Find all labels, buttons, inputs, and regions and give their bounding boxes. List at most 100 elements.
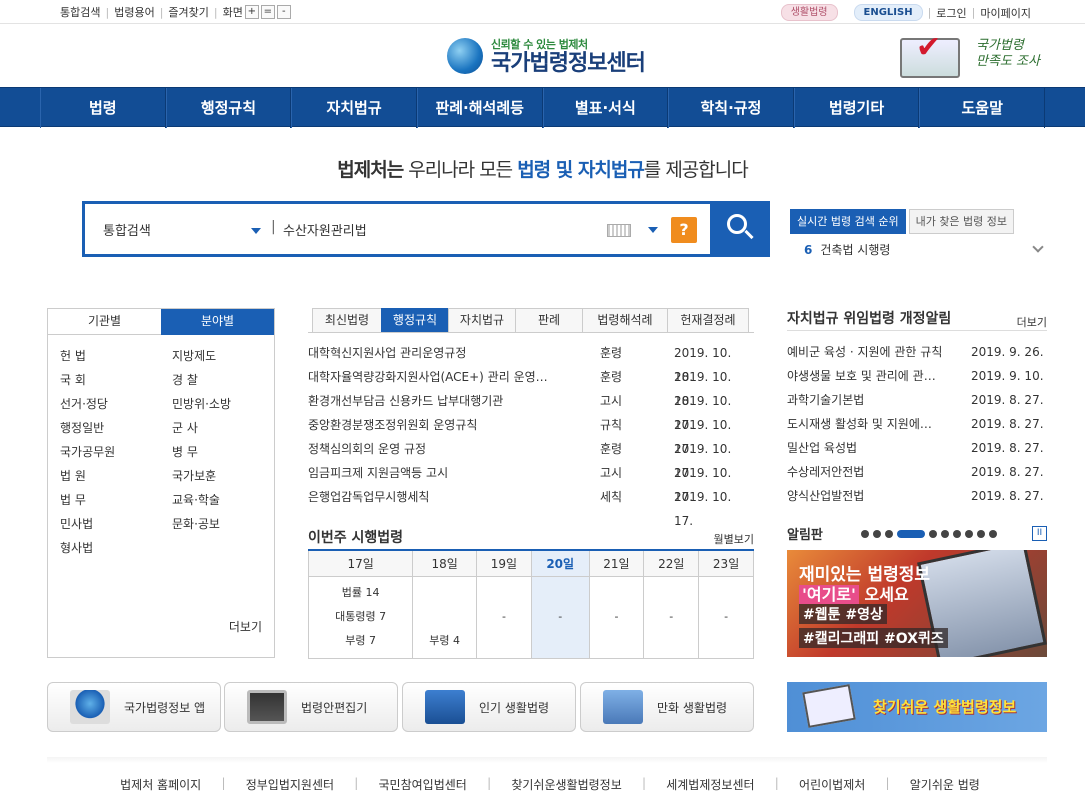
tab-my-searches[interactable]: 내가 찾은 법령 정보 <box>908 209 1015 234</box>
list-item[interactable]: 임금피크제 지원금액등 고시 고시 2019. 10. 17. <box>308 461 754 504</box>
category-item[interactable]: 행정일반 <box>60 419 172 437</box>
tab-local-laws[interactable]: 자치법규 <box>448 308 516 332</box>
category-item[interactable]: 법 무 <box>60 491 172 509</box>
chevron-down-icon[interactable] <box>1032 241 1044 253</box>
list-item[interactable]: 과학기술기본법 2019. 8. 27. <box>787 388 1047 412</box>
carousel-dot[interactable] <box>941 530 949 538</box>
item-title[interactable]: 환경개선부담금 신용카드 납부대행기관 <box>308 389 564 413</box>
easy-life-law-banner[interactable]: 찾기쉬운 생활법령정보 <box>787 682 1047 732</box>
nav-law-etc[interactable]: 법령기타 <box>793 88 920 128</box>
item-title[interactable]: 수상레저안전법 <box>787 460 971 484</box>
list-item[interactable]: 정책심의회의 운영 규정 훈령 2019. 10. 17. <box>308 437 754 480</box>
item-title[interactable]: 은행업감독업무시행세칙 <box>308 485 564 509</box>
footer-link[interactable]: 알기쉬운 법령 <box>910 776 980 793</box>
carousel-dot-active[interactable] <box>897 530 925 538</box>
category-item[interactable]: 문화·공보 <box>172 515 260 533</box>
item-title[interactable]: 정책심의회의 운영 규정 <box>308 437 564 461</box>
promo-banner[interactable]: 재미있는 법령정보 '여기로' 오세요 #웹툰 #영상 #캘리그래피 #OX퀴즈 <box>787 550 1047 657</box>
item-title[interactable]: 야생생물 보호 및 관리에 관… <box>787 364 971 388</box>
day-count-link[interactable]: 대통령령 7 <box>309 605 412 629</box>
category-item[interactable]: 민방위·소방 <box>172 395 260 413</box>
tab-interpretations[interactable]: 법령해석례 <box>582 308 668 332</box>
list-item[interactable]: 도시재생 활성화 및 지원에… 2019. 8. 27. <box>787 412 1047 436</box>
list-item[interactable]: 야생생물 보호 및 관리에 관… 2019. 9. 10. <box>787 364 1047 388</box>
zoom-reset-button[interactable]: = <box>260 5 275 19</box>
category-item[interactable]: 경 찰 <box>172 371 260 389</box>
carousel-dot[interactable] <box>885 530 893 538</box>
list-item[interactable]: 대학자율역량강화지원사업(ACE+) 관리 운영… 훈령 2019. 10. 18. <box>308 365 754 408</box>
nav-precedents[interactable]: 판례·해석례등 <box>416 88 543 128</box>
nav-help[interactable]: 도움말 <box>919 88 1045 128</box>
comic-life-law-button[interactable]: 만화 생활법령 <box>580 682 754 732</box>
category-item[interactable]: 국가보훈 <box>172 467 260 485</box>
mypage-link[interactable]: 마이페이지 <box>980 5 1031 21</box>
tab-realtime-rank[interactable]: 실시간 법령 검색 순위 <box>790 209 906 234</box>
notice-more-link[interactable]: 더보기 <box>1017 314 1047 330</box>
carousel-dot[interactable] <box>873 530 881 538</box>
nav-admin-rules[interactable]: 행정규칙 <box>165 88 292 128</box>
day-count-link[interactable]: 부령 7 <box>309 629 412 653</box>
nav-law[interactable]: 법령 <box>40 88 166 128</box>
item-title[interactable]: 예비군 육성 · 지원에 관한 규칙 <box>787 340 971 364</box>
zoom-out-button[interactable]: - <box>276 5 291 19</box>
category-more-link[interactable]: 더보기 <box>229 618 262 635</box>
footer-link[interactable]: 법제처 홈페이지 <box>120 776 201 793</box>
category-item[interactable]: 형사법 <box>60 539 172 557</box>
list-item[interactable]: 중앙환경분쟁조정위원회 운영규칙 규칙 2019. 10. 17. <box>308 413 754 456</box>
item-title[interactable]: 양식산업발전법 <box>787 484 971 508</box>
item-title[interactable]: 임금피크제 지원금액등 고시 <box>308 461 564 485</box>
autocomplete-toggle-icon[interactable] <box>648 227 658 233</box>
item-title[interactable]: 중앙환경분쟁조정위원회 운영규칙 <box>308 413 564 437</box>
tab-precedents[interactable]: 판례 <box>515 308 583 332</box>
site-logo[interactable]: 신뢰할 수 있는 법제처 국가법령정보센터 <box>447 36 646 76</box>
tab-by-field[interactable]: 분야별 <box>161 309 274 335</box>
list-item[interactable]: 환경개선부담금 신용카드 납부대행기관 고시 2019. 10. 17. <box>308 389 754 432</box>
search-help-button[interactable]: ? <box>671 217 697 243</box>
category-item[interactable]: 지방제도 <box>172 347 260 365</box>
carousel-dot[interactable] <box>977 530 985 538</box>
category-item[interactable]: 법 원 <box>60 467 172 485</box>
carousel-dot[interactable] <box>965 530 973 538</box>
category-item[interactable]: 헌 법 <box>60 347 172 365</box>
keyboard-icon[interactable] <box>607 224 631 237</box>
item-title[interactable]: 과학기술기본법 <box>787 388 971 412</box>
tab-by-agency[interactable]: 기관별 <box>48 309 161 335</box>
util-link-favorites[interactable]: 즐겨찾기 <box>168 4 208 20</box>
footer-link[interactable]: 국민참여입법센터 <box>379 776 467 793</box>
list-item[interactable]: 양식산업발전법 2019. 8. 27. <box>787 484 1047 508</box>
util-link-search[interactable]: 통합검색 <box>60 4 100 20</box>
list-item[interactable]: 은행업감독업무시행세칙 세칙 2019. 10. 17. <box>308 485 754 528</box>
list-item[interactable]: 대학혁신지원사업 관리운영규정 훈령 2019. 10. 18. <box>308 341 754 384</box>
category-item[interactable]: 병 무 <box>172 443 260 461</box>
tab-constitutional[interactable]: 헌재결정례 <box>667 308 749 332</box>
carousel-dot[interactable] <box>929 530 937 538</box>
category-item[interactable]: 교육·학술 <box>172 491 260 509</box>
nav-school-rules[interactable]: 학칙·규정 <box>668 88 794 128</box>
category-item[interactable]: 국 회 <box>60 371 172 389</box>
scope-dropdown-icon[interactable] <box>251 228 261 234</box>
tab-admin-rules[interactable]: 행정규칙 <box>381 308 449 332</box>
category-item[interactable]: 선거·정당 <box>60 395 172 413</box>
list-item[interactable]: 예비군 육성 · 지원에 관한 규칙 2019. 9. 26. <box>787 340 1047 364</box>
item-title[interactable]: 도시재생 활성화 및 지원에… <box>787 412 971 436</box>
list-item[interactable]: 밀산업 육성법 2019. 8. 27. <box>787 436 1047 460</box>
day-count-link[interactable]: 부령 4 <box>413 629 476 653</box>
footer-link[interactable]: 어린이법제처 <box>799 776 865 793</box>
carousel-dot[interactable] <box>953 530 961 538</box>
law-editor-button[interactable]: 법령안편집기 <box>224 682 398 732</box>
category-item[interactable]: 민사법 <box>60 515 172 533</box>
list-item[interactable]: 수상레저안전법 2019. 8. 27. <box>787 460 1047 484</box>
carousel-dot[interactable] <box>861 530 869 538</box>
day-count-link[interactable]: 법률 14 <box>309 581 412 605</box>
footer-link[interactable]: 찾기쉬운생활법령정보 <box>511 776 621 793</box>
zoom-in-button[interactable]: + <box>244 5 259 19</box>
search-scope-select[interactable]: 통합검색 <box>103 220 151 239</box>
monthly-view-link[interactable]: 월별보기 <box>714 531 754 547</box>
nav-local-laws[interactable]: 자치법규 <box>291 88 417 128</box>
nav-forms[interactable]: 별표·서식 <box>542 88 669 128</box>
tab-latest-laws[interactable]: 최신법령 <box>312 308 382 332</box>
search-input[interactable]: 수산자원관리법 <box>283 220 367 239</box>
category-item[interactable]: 군 사 <box>172 419 260 437</box>
item-title[interactable]: 밀산업 육성법 <box>787 436 971 460</box>
search-button[interactable] <box>710 201 770 257</box>
